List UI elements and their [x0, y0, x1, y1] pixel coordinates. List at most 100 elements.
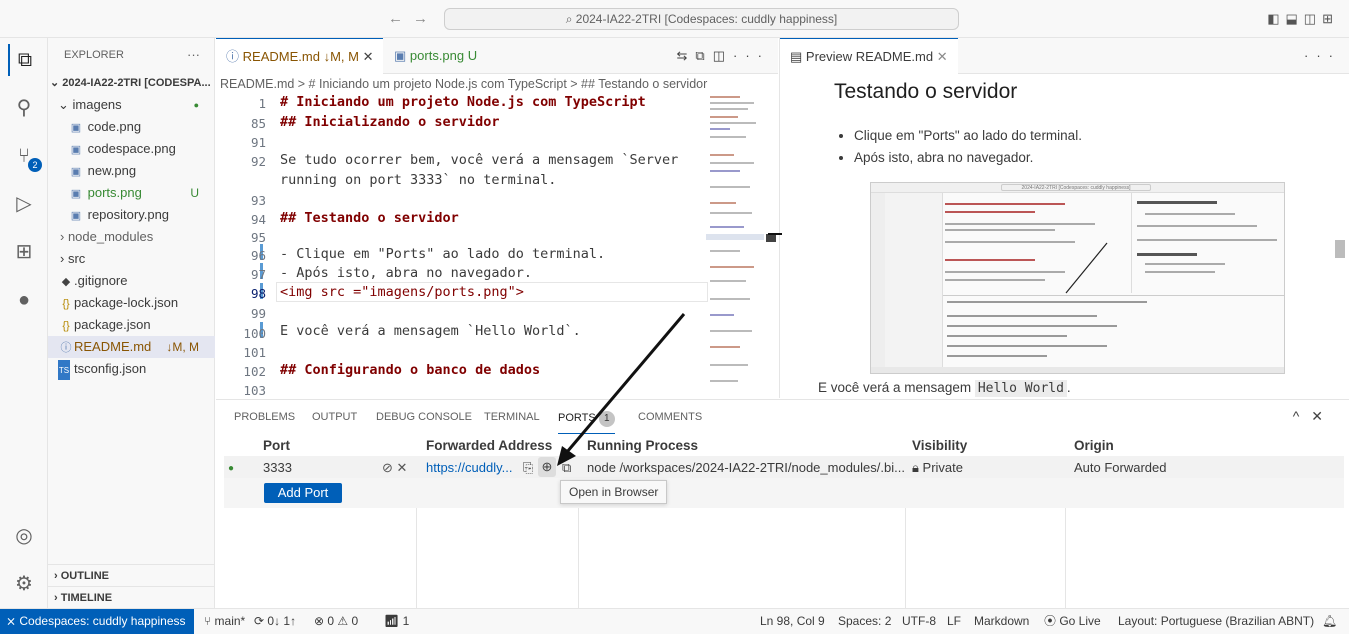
command-center[interactable]: ⌕ 2024-IA22-2TRI [Codespaces: cuddly hap… [444, 8, 959, 30]
git-status-badge: ↓M, M [166, 340, 199, 354]
tab-debug-console[interactable]: DEBUG CONSOLE [376, 411, 472, 423]
tree-item-imagens[interactable]: ⌄ imagens ● [48, 94, 215, 116]
preview-in-editor-icon[interactable]: ⧉ [562, 460, 571, 476]
tab-preview-readme[interactable]: ▤ Preview README.md ✕ [780, 38, 958, 74]
panel-controls: ^✕ [1293, 408, 1335, 425]
language-mode[interactable]: Markdown [974, 609, 1029, 633]
column-origin[interactable]: Origin [1074, 438, 1114, 453]
ports-tab-label: PORTS [558, 412, 596, 424]
title-bar: ←→ ⌕ 2024-IA22-2TRI [Codespaces: cuddly … [0, 0, 1349, 38]
forward-arrow-icon[interactable]: → [413, 10, 438, 27]
tree-item-label: package-lock.json [74, 295, 179, 310]
minimap[interactable] [706, 94, 764, 394]
column-running-process[interactable]: Running Process [587, 438, 698, 453]
keyboard-layout[interactable]: Layout: Portuguese (Brazilian ABNT) [1118, 609, 1314, 633]
branch-icon: ⑂ [204, 614, 215, 628]
tree-item-src[interactable]: › src [48, 248, 215, 270]
ports-indicator[interactable]: 📶︎ 1 [384, 609, 409, 633]
close-icon[interactable]: ✕ [363, 49, 374, 64]
scrollbar-thumb[interactable] [766, 234, 776, 242]
tree-item-codespace-png[interactable]: ▣ codespace.png [48, 138, 215, 160]
toggle-sidebar-icon[interactable]: ◧ [1267, 11, 1285, 26]
line-number: 103 [243, 383, 266, 398]
markdown-preview[interactable]: Testando o servidor Clique em "Ports" ao… [779, 74, 1349, 398]
toggle-secondary-sidebar-icon[interactable]: ◫ [1304, 11, 1322, 26]
compare-changes-icon[interactable]: ⇆ [677, 48, 696, 63]
more-actions-icon[interactable]: ··· [733, 48, 770, 63]
tree-item-package-json[interactable]: {} package.json [48, 314, 215, 336]
tab-output[interactable]: OUTPUT [312, 411, 357, 423]
file-tree: ⌄ 2024-IA22-2TRI [CODESPA... ⌄ imagens ● … [48, 72, 215, 380]
tree-item-readme-md[interactable]: ⓘ README.md ↓M, M [48, 336, 215, 358]
problems-indicator[interactable]: ⊗ 0 ⚠ 0 [314, 609, 358, 633]
code-line: running on port 3333` no terminal. [280, 172, 557, 188]
encoding[interactable]: UTF-8 [902, 609, 936, 633]
tab-ports-png[interactable]: ▣ ports.png U [384, 38, 487, 74]
modified-dot: ● [193, 100, 199, 110]
run-debug-icon[interactable]: ▷ [8, 188, 40, 220]
customize-layout-icon[interactable]: ⊞ [1322, 11, 1339, 26]
tree-item-tsconfig-json[interactable]: TS tsconfig.json [48, 358, 215, 380]
branch-indicator[interactable]: ⑂ main* [204, 609, 245, 633]
search-icon[interactable]: ⚲ [8, 92, 40, 124]
breadcrumb[interactable]: README.md > # Iniciando um projeto Node.… [216, 74, 778, 94]
github-icon[interactable]: ● [8, 284, 40, 316]
cursor-position[interactable]: Ln 98, Col 9 [760, 609, 825, 633]
code-line: E você verá a mensagem `Hello World`. [280, 323, 581, 339]
globe-icon[interactable]: ⊕ [538, 457, 556, 477]
copy-address-icon[interactable]: ⎘ [523, 460, 533, 476]
sync-indicator[interactable]: ⟳ 0↓ 1↑ [254, 609, 296, 633]
preview-scrollbar-thumb[interactable] [1335, 240, 1345, 258]
extensions-icon[interactable]: ⊞ [8, 236, 40, 268]
tab-problems[interactable]: PROBLEMS [234, 411, 295, 423]
end-of-line[interactable]: LF [947, 609, 961, 633]
column-visibility[interactable]: Visibility [912, 438, 967, 453]
tree-item-repository-png[interactable]: ▣ repository.png [48, 204, 215, 226]
tab-readme-md[interactable]: ⓘ README.md ↓M, M ✕ [216, 38, 384, 74]
tree-item-code-png[interactable]: ▣ code.png [48, 116, 215, 138]
tree-item-ports-png[interactable]: ▣ ports.png U [48, 182, 215, 204]
source-control-icon[interactable]: ⑂ 2 [8, 140, 42, 172]
maximize-panel-icon[interactable]: ^ [1293, 408, 1312, 424]
tree-item-node-modules[interactable]: › node_modules [48, 226, 215, 248]
line-number: 85 [250, 116, 266, 131]
tree-item-new-png[interactable]: ▣ new.png [48, 160, 215, 182]
tab-comments[interactable]: COMMENTS [638, 411, 702, 423]
more-actions-icon[interactable]: ··· [187, 47, 200, 62]
explorer-icon[interactable]: ⧉ [8, 44, 40, 76]
code-editor[interactable]: 1 # Iniciando um projeto Node.js com Typ… [216, 94, 778, 398]
remote-indicator[interactable]: ⨯ Codespaces: cuddly happiness [0, 609, 194, 634]
timeline-section[interactable]: › TIMELINE [48, 586, 215, 608]
paragraph-text: E você verá a mensagem [818, 380, 975, 395]
tab-terminal[interactable]: TERMINAL [484, 411, 540, 423]
code-line: - Após isto, abra no navegador. [280, 265, 532, 281]
sidebar-title: EXPLORER [64, 49, 124, 61]
workspace-root[interactable]: ⌄ 2024-IA22-2TRI [CODESPA... [48, 72, 215, 94]
indentation[interactable]: Spaces: 2 [838, 609, 891, 633]
close-icon[interactable]: ✕ [937, 49, 948, 64]
close-panel-icon[interactable]: ✕ [1311, 408, 1335, 424]
chevron-right-icon: › [54, 592, 61, 604]
split-editor-icon[interactable]: ◫ [713, 48, 733, 63]
tree-item-package-lock-json[interactable]: {} package-lock.json [48, 292, 215, 314]
edit-label-icon[interactable]: ⊘ ✕ [382, 460, 407, 476]
more-actions-icon[interactable]: ··· [1304, 48, 1341, 63]
account-icon[interactable]: ◎ [8, 520, 40, 552]
tree-item-gitignore[interactable]: ◆ .gitignore [48, 270, 215, 292]
tab-ports[interactable]: PORTS 1 [558, 411, 615, 434]
forwarded-address-link[interactable]: https://cuddly... [426, 460, 512, 475]
settings-gear-icon[interactable]: ⚙ [8, 568, 40, 600]
add-port-button[interactable]: Add Port [264, 483, 342, 503]
column-forwarded-address[interactable]: Forwarded Address [426, 438, 552, 453]
open-preview-icon[interactable]: ⧉ [695, 48, 712, 63]
outline-section[interactable]: › OUTLINE [48, 564, 215, 586]
notifications-bell-icon[interactable]: 🔔︎ [1322, 609, 1337, 633]
image-file-icon: ▣ [70, 210, 82, 222]
search-icon: ⌕ [565, 12, 576, 26]
go-live-button[interactable]: ⦿ Go Live [1044, 609, 1101, 633]
visibility-value[interactable]: 🔒︎ Private [912, 460, 963, 476]
toggle-panel-icon[interactable]: ⬓ [1286, 11, 1304, 26]
running-status-icon: ● [228, 463, 235, 474]
column-port[interactable]: Port [263, 438, 290, 453]
back-arrow-icon[interactable]: ← [388, 10, 413, 27]
